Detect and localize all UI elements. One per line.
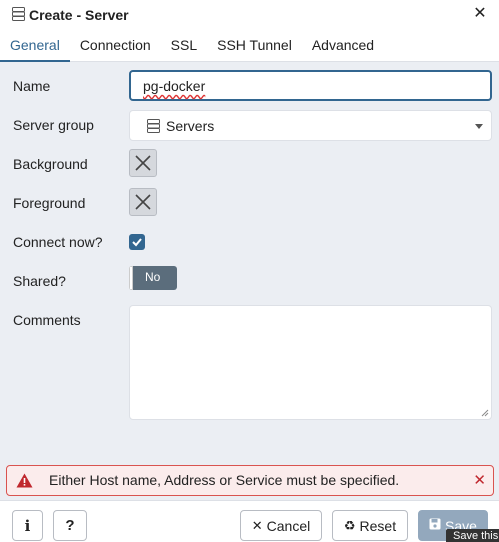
connect-now-checkbox[interactable]	[129, 234, 145, 250]
save-tooltip: Save this	[446, 529, 499, 542]
dialog-title: Create - Server	[29, 7, 129, 23]
background-color-picker[interactable]	[129, 149, 157, 177]
shared-toggle-text: No	[145, 270, 161, 284]
reset-label: Reset	[359, 517, 397, 534]
info-button[interactable]: i	[12, 510, 43, 541]
tab-ssl[interactable]: SSL	[161, 30, 207, 62]
tab-advanced[interactable]: Advanced	[302, 30, 384, 62]
dialog-titlebar: Create - Server ✕	[0, 0, 499, 30]
close-icon: ✕	[251, 517, 263, 533]
comments-textarea[interactable]	[129, 305, 492, 420]
help-icon: ?	[65, 517, 75, 534]
chevron-down-icon	[475, 124, 483, 129]
server-group-label: Server group	[13, 117, 94, 133]
tab-general[interactable]: General	[0, 30, 70, 62]
shared-toggle[interactable]: No	[129, 266, 177, 290]
tab-connection[interactable]: Connection	[70, 30, 161, 62]
name-value: pg-docker	[143, 78, 206, 94]
server-group-select[interactable]: Servers	[129, 110, 492, 141]
recycle-icon: ♻	[343, 517, 356, 533]
warning-icon	[16, 473, 33, 491]
cancel-label: Cancel	[266, 517, 311, 534]
reset-button[interactable]: ♻ Reset	[332, 510, 408, 541]
server-group-icon	[147, 119, 160, 136]
help-button[interactable]: ?	[53, 510, 87, 541]
error-message: Either Host name, Address or Service mus…	[49, 472, 400, 488]
tab-ssh-tunnel[interactable]: SSH Tunnel	[207, 30, 302, 62]
error-alert: Either Host name, Address or Service mus…	[6, 465, 494, 496]
foreground-color-picker[interactable]	[129, 188, 157, 216]
server-group-value: Servers	[166, 118, 215, 134]
tab-bar: General Connection SSL SSH Tunnel Advanc…	[0, 30, 499, 62]
close-alert-icon[interactable]: ✕	[473, 471, 486, 489]
comments-label: Comments	[13, 312, 81, 328]
info-icon: i	[24, 516, 31, 535]
connect-now-label: Connect now?	[13, 234, 103, 250]
close-icon[interactable]: ✕	[471, 5, 489, 23]
foreground-label: Foreground	[13, 195, 86, 211]
resize-handle-icon[interactable]	[481, 409, 489, 417]
check-icon	[132, 238, 142, 247]
name-label: Name	[13, 78, 51, 94]
clear-color-icon	[135, 194, 151, 210]
server-group-icon	[12, 6, 25, 24]
save-icon	[429, 518, 441, 533]
cancel-button[interactable]: ✕ Cancel	[240, 510, 322, 541]
dialog-footer: i ? ✕ Cancel ♻ Reset Save	[0, 500, 499, 542]
clear-color-icon	[135, 155, 151, 171]
shared-label: Shared?	[13, 273, 66, 289]
background-label: Background	[13, 156, 88, 172]
toggle-knob	[129, 266, 133, 290]
name-input[interactable]: pg-docker	[129, 70, 492, 101]
